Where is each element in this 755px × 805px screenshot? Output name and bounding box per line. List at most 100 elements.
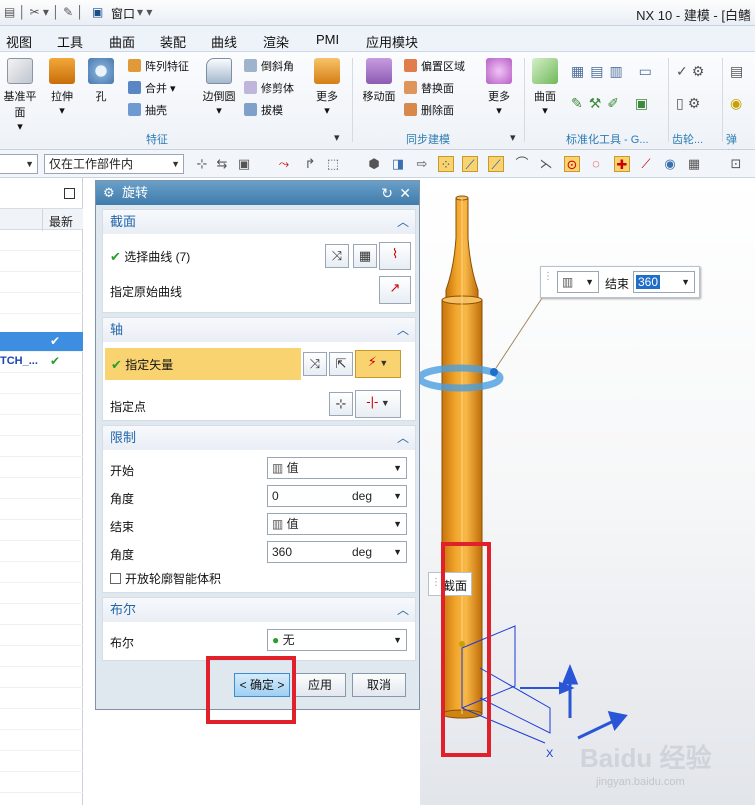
selection-scope-combo[interactable]: 仅在工作部件内 ▼ [44,154,184,174]
end-value-input[interactable]: 360 ▼ [633,271,695,293]
edge-blend-button[interactable]: 边倒圆 ▾ [200,58,238,117]
snap-face-icon[interactable]: ◉ [662,156,678,172]
navigator-row[interactable] [0,436,83,457]
menu-view[interactable]: 视图 [6,32,32,51]
gear-tools-icons-row2[interactable]: ▯⚙ [676,94,704,112]
end-type-dropdown[interactable]: ▥ 值 ▼ [267,513,407,535]
snap-line-icon[interactable]: ⟋ [462,156,478,172]
dialog-title-bar[interactable]: ⚙ 旋转 ↻ ✕ [96,181,419,205]
snap-icon[interactable]: ↱ [302,156,318,172]
window-menu[interactable]: 窗口 [111,5,135,22]
navigator-row[interactable] [0,499,83,520]
navigator-row[interactable] [0,562,83,583]
boolean-group-header[interactable]: 布尔 ︿ [103,598,415,622]
curve-button[interactable]: ⌇ [379,242,411,270]
select-filter-icon[interactable]: ▣ [236,156,252,172]
collapse-icon[interactable]: ︿ [397,318,409,342]
draft-button[interactable]: 拔模 [244,102,283,120]
more-feature-button[interactable]: 更多 ▾ [308,58,346,117]
snap-icon[interactable]: ⊹ [194,156,210,172]
snap-grid-icon[interactable]: ▦ [686,156,702,172]
vector-dialog-button[interactable]: ⇱ [329,352,353,376]
snap-point-icon[interactable]: ✚ [614,156,630,172]
navigator-row[interactable] [0,709,83,730]
apply-button[interactable]: 应用 [294,673,346,697]
end-angle-input[interactable]: 360 deg ▼ [267,541,407,563]
menu-application[interactable]: 应用模块 [366,32,418,51]
collapse-icon[interactable]: ︿ [397,210,409,234]
menu-surface[interactable]: 曲面 [109,32,135,51]
select-box-icon[interactable]: ⬚ [325,156,341,172]
navigator-row-selected[interactable]: ✔ [0,332,83,352]
spring-tools-icons[interactable]: ▤ [730,62,743,80]
navigator-row[interactable] [0,625,83,646]
navigator-row[interactable] [0,751,83,772]
shell-button[interactable]: 抽壳 [128,102,167,120]
menu-curve[interactable]: 曲线 [211,32,237,51]
menu-render[interactable]: 渲染 [263,32,289,51]
point-type-dropdown[interactable]: -|- ▼ [355,390,401,418]
type-filter-combo[interactable]: ▼ [0,154,38,174]
navigator-row[interactable] [0,667,83,688]
std-tools-icons[interactable]: ▦▤▥ ▭ [571,62,658,80]
navigator-row[interactable] [0,415,83,436]
navigator-row[interactable] [0,230,83,251]
snap-tangent-icon[interactable]: ⟋ [638,156,654,172]
reverse-vector-button[interactable]: ⤨ [303,352,327,376]
delete-face-button[interactable]: 删除面 [404,102,454,120]
close-icon[interactable]: ✕ [399,181,411,205]
snap-center-icon[interactable]: ⊙ [564,156,580,172]
unite-button[interactable]: 合并 ▾ [128,80,176,98]
group-launcher-icon[interactable]: ▾ [334,131,340,144]
graphics-viewport[interactable]: ⋮ ▥ ▼ 结束 360 ▼ ⋮ 截面 X Baidu 经验 jingyan.bai… [420,178,755,805]
navigator-row[interactable] [0,373,83,394]
snap-quadrant-icon[interactable]: ◌ [588,156,604,172]
window-menu-chevron-icon[interactable]: ▾ ▾ [137,5,152,19]
drag-grip-icon[interactable]: ⋮ [543,271,553,282]
angle-handle-dot[interactable] [490,368,498,376]
boolean-dropdown[interactable]: ● 无 ▼ [267,629,407,651]
snap-icon[interactable]: ⤳ [276,156,292,172]
view-icon[interactable]: ⊡ [728,156,744,172]
offset-region-button[interactable]: 偏置区域 [404,58,465,76]
navigator-row[interactable] [0,730,83,751]
start-type-dropdown[interactable]: ▥ 值 ▼ [267,457,407,479]
maximize-icon[interactable] [64,188,75,199]
start-angle-input[interactable]: 0 deg ▼ [267,485,407,507]
collapse-icon[interactable]: ︿ [397,598,409,622]
group-launcher-icon[interactable]: ▾ [510,131,516,144]
chamfer-button[interactable]: 倒斜角 [244,58,294,76]
navigator-row[interactable] [0,688,83,709]
navigator-row[interactable] [0,293,83,314]
body-icon[interactable]: ⬢ [366,156,382,172]
spring-tools-icons-row2[interactable]: ◉ [730,94,742,112]
pattern-feature-button[interactable]: 阵列特征 [128,58,189,76]
section-group-header[interactable]: 截面 ︿ [103,210,415,234]
gear-tools-icons[interactable]: ✓⚙ [676,62,708,80]
navigator-row[interactable] [0,478,83,499]
datum-plane-button[interactable]: 基准平面 ▾ [0,58,40,133]
quick-access-icons[interactable]: ▤ │ ✂ ▾ │ ✎ │ [4,5,84,19]
vector-type-dropdown[interactable]: ⚡ ▼ [355,350,401,378]
specify-vector-row[interactable]: ✔ 指定矢量 [105,348,301,380]
end-type-dropdown[interactable]: ▥ ▼ [557,271,599,293]
open-profile-checkbox[interactable]: 开放轮廓智能体积 [110,570,221,587]
navigator-row[interactable] [0,251,83,272]
std-tools-icons-row2[interactable]: ✎⚒✐ ▣ [571,94,654,112]
sketch-section-button[interactable]: ▦ [353,244,377,268]
snap-intersect-icon[interactable]: ⋋ [538,156,554,172]
move-face-button[interactable]: 移动面 [358,58,400,104]
navigator-row[interactable] [0,583,83,604]
navigator-row[interactable] [0,604,83,625]
gear-icon[interactable]: ⚙ [103,181,115,205]
axis-group-header[interactable]: 轴 ︿ [103,318,415,342]
select-curve-label[interactable]: ✔ 选择曲线 (7) [110,248,190,265]
snap-midpoint-icon[interactable]: ⟋ [488,156,504,172]
navigator-row[interactable] [0,772,83,793]
reset-icon[interactable]: ↻ [381,181,393,205]
body-icon[interactable]: ◨ [390,156,406,172]
menu-pmi[interactable]: PMI [316,32,339,47]
navigator-row[interactable]: TCH_... ✔ [0,352,83,373]
navigator-row[interactable] [0,394,83,415]
window-icon[interactable]: ▣ [92,5,103,19]
